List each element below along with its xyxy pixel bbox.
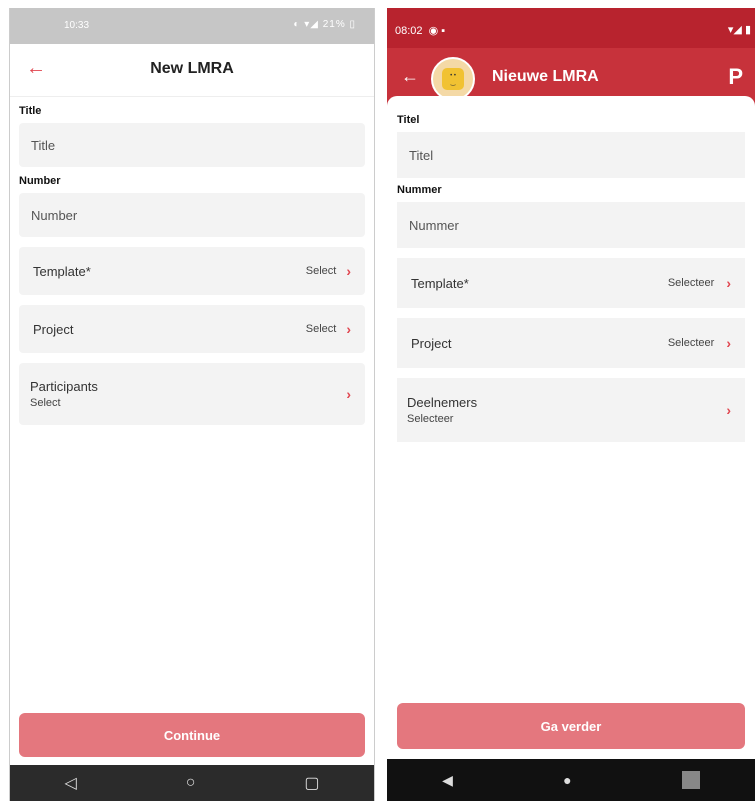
template-label: Template* (33, 263, 91, 279)
template-row[interactable]: Template* Selecteer › (397, 258, 745, 308)
chevron-right-icon: › (346, 386, 351, 402)
page-title: New LMRA (150, 60, 234, 77)
status-bar: 10:33 ◐ ▾◢ 21% ▯ (10, 8, 374, 44)
project-select: Selecteer (667, 337, 715, 349)
chevron-right-icon: › (726, 402, 731, 418)
chevron-right-icon: › (726, 335, 731, 351)
phone-right: 08:02 ◉ ▪ ▾◢ ▮ ← • • ‿ Nieuwe LMRA P Tite… (387, 8, 755, 801)
participants-label: Deelnemers (407, 395, 478, 410)
avatar[interactable]: • • ‿ (431, 57, 475, 101)
template-row[interactable]: Template* Select › (19, 247, 365, 295)
participants-select: Select (30, 397, 61, 409)
back-arrow-icon[interactable]: ← (401, 66, 419, 87)
nav-recent-icon[interactable]: ▢ (304, 773, 319, 793)
nav-recent-icon[interactable] (681, 771, 700, 789)
title-label: Titel (397, 114, 420, 126)
project-label: Project (33, 321, 74, 337)
template-label: Template* (411, 275, 469, 291)
status-icons: ▾◢ ▮ (727, 24, 751, 36)
app-header: ← New LMRA (10, 44, 374, 97)
nav-home-icon[interactable]: ○ (186, 774, 196, 792)
project-row[interactable]: Project Selecteer › (397, 318, 745, 368)
participants-row[interactable]: Participants Select › (19, 363, 365, 425)
template-select: Select (305, 265, 337, 277)
phone-left: 10:33 ◐ ▾◢ 21% ▯ ← New LMRA Title Title … (9, 8, 375, 801)
template-select: Selecteer (667, 277, 715, 289)
nav-home-icon[interactable]: ● (563, 772, 571, 788)
title-input[interactable]: Title (19, 123, 365, 167)
brand-logo-icon: P (728, 64, 743, 89)
project-select: Select (305, 323, 337, 335)
chevron-right-icon: › (726, 275, 731, 291)
chevron-right-icon: › (346, 263, 351, 279)
title-input[interactable]: Titel (397, 132, 745, 178)
participants-label: Participants (30, 379, 98, 394)
number-input[interactable]: Nummer (397, 202, 745, 248)
nav-back-icon[interactable]: ◀ (442, 772, 453, 789)
chef-avatar-icon: • • ‿ (442, 68, 464, 90)
status-app-icons: ◉ ▪ (428, 25, 446, 37)
status-time: 08:02 ◉ ▪ (395, 25, 446, 37)
chevron-right-icon: › (346, 321, 351, 337)
participants-select: Selecteer (407, 413, 454, 425)
title-label: Title (19, 105, 42, 117)
form: Titel Titel Nummer Nummer Template* Sele… (387, 96, 755, 442)
number-label: Number (19, 175, 61, 187)
nav-back-icon[interactable]: ◁ (64, 773, 76, 793)
continue-button[interactable]: Continue (19, 713, 365, 757)
page-title: Nieuwe LMRA (492, 68, 599, 85)
number-input[interactable]: Number (19, 193, 365, 237)
project-label: Project (411, 335, 452, 351)
project-row[interactable]: Project Select › (19, 305, 365, 353)
navigation-bar: ◁ ○ ▢ (10, 765, 374, 801)
navigation-bar: ◀ ● (387, 759, 755, 801)
status-bar: 08:02 ◉ ▪ ▾◢ ▮ (387, 8, 755, 48)
status-time: 10:33 (64, 20, 90, 31)
continue-button[interactable]: Ga verder (397, 703, 745, 749)
form: Title Title Number Number Template* Sele… (10, 97, 374, 425)
participants-row[interactable]: Deelnemers Selecteer › (397, 378, 745, 442)
status-icons: ◐ ▾◢ 21% ▯ (293, 19, 356, 30)
number-label: Nummer (397, 184, 442, 196)
